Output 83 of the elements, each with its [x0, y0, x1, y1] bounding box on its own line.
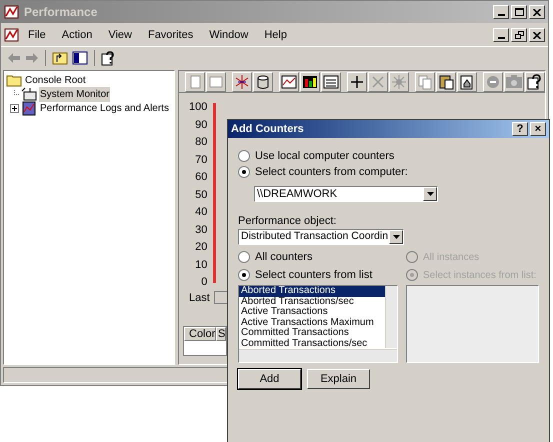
axis-label: 100 — [189, 101, 208, 115]
toolbar-button[interactable] — [436, 72, 456, 92]
dialog-button[interactable]: Add — [238, 369, 301, 389]
dropdown-arrow-icon — [426, 192, 434, 196]
expand-icon[interactable] — [10, 104, 19, 112]
field-label: Performance object: — [238, 214, 338, 227]
radio-option[interactable]: Use local computer counters — [238, 148, 539, 164]
toolbar-button[interactable] — [300, 72, 320, 92]
toolbar-button[interactable] — [278, 72, 299, 92]
minimize-icon — [498, 37, 504, 39]
menu-item[interactable]: File — [20, 26, 54, 44]
axis-label: 10 — [195, 258, 208, 272]
axis-label: 70 — [195, 154, 208, 168]
restore-button[interactable] — [511, 28, 527, 42]
radio-option[interactable]: Select counters from list — [238, 267, 398, 283]
list-item[interactable]: Committed Transactions/sec — [239, 338, 385, 349]
folder-up-icon[interactable] — [52, 50, 68, 64]
counter-list[interactable]: Aborted Transactions Aborted Transactions/sec Active Transactions Active Transactions Maximum Committed Transactions Committed Transactions/sec — [238, 285, 398, 363]
axis-label: 40 — [195, 206, 208, 220]
last-label: Last — [189, 290, 210, 306]
tree-item[interactable]: Performance Logs and Alerts — [39, 100, 170, 116]
close-button[interactable] — [529, 5, 545, 19]
menu-item[interactable]: View — [100, 26, 140, 44]
menu-item[interactable]: Help — [256, 26, 295, 44]
toolbar-button[interactable] — [457, 72, 478, 92]
maximize-button[interactable] — [511, 5, 527, 19]
radio-option[interactable]: Select counters from computer: — [238, 164, 539, 180]
axis-label: 60 — [195, 171, 208, 185]
dropdown[interactable]: Distributed Transaction Coordin — [238, 229, 404, 245]
dropdown[interactable]: \\DREAMWORK — [254, 186, 438, 202]
toolbar-button[interactable] — [525, 72, 545, 92]
toolbar-button[interactable] — [253, 72, 274, 92]
graph-icon — [280, 72, 298, 90]
help-button[interactable]: ? — [512, 122, 528, 136]
axis-label: 30 — [195, 224, 208, 238]
starburst-icon — [390, 72, 408, 90]
tree-item[interactable]: Console Root — [24, 72, 87, 88]
close-icon — [533, 8, 541, 16]
close-button[interactable] — [529, 28, 545, 42]
radio-option[interactable]: All counters — [238, 249, 398, 265]
restore-icon — [514, 31, 524, 39]
minimize-button[interactable] — [493, 28, 509, 42]
menu-item[interactable]: Action — [54, 26, 100, 44]
dropdown-arrow-icon — [392, 235, 400, 239]
paste-icon — [436, 72, 455, 90]
axis-label: 50 — [195, 188, 208, 202]
axis-label: 20 — [195, 241, 208, 255]
panel-toggle-icon[interactable] — [72, 50, 88, 64]
close-icon — [533, 32, 541, 38]
vertical-scrollbar[interactable] — [385, 286, 397, 348]
dialog-button[interactable]: Explain — [307, 369, 370, 389]
toolbar-button[interactable] — [321, 72, 342, 92]
list-item[interactable]: Active Transactions — [239, 307, 385, 318]
window-title: Performance — [24, 4, 98, 21]
list-item[interactable]: Aborted Transactions — [239, 286, 385, 296]
instance-list[interactable] — [406, 285, 539, 363]
column-header[interactable]: S — [216, 327, 226, 341]
help-icon[interactable] — [101, 50, 117, 66]
list-item[interactable]: Committed Transactions — [239, 328, 385, 338]
app-icon — [4, 27, 20, 43]
minimize-icon — [498, 14, 504, 16]
app-icon — [4, 4, 20, 20]
copy-icon — [416, 72, 434, 90]
menu-item[interactable]: Window — [201, 26, 256, 44]
column-header[interactable]: Color — [184, 327, 216, 341]
camera-icon — [504, 72, 523, 90]
monitor-icon — [21, 87, 37, 101]
report-icon — [322, 72, 340, 90]
minimize-button[interactable] — [493, 5, 509, 19]
close-button[interactable]: × — [530, 122, 546, 136]
horizontal-scrollbar[interactable] — [239, 349, 397, 362]
tree-item[interactable]: System Monitor — [39, 86, 110, 102]
log-chart-icon — [21, 100, 37, 116]
axis-label: 90 — [195, 118, 208, 132]
menu-item[interactable]: Favorites — [140, 26, 202, 44]
list-item[interactable]: Active Transactions Maximum — [239, 318, 385, 328]
list-item[interactable]: Aborted Transactions/sec — [239, 296, 385, 307]
toolbar-button[interactable] — [346, 72, 367, 92]
axis-label: 0 — [201, 276, 208, 290]
folder-icon — [6, 74, 22, 86]
dialog-title: Add Counters — [231, 122, 305, 137]
axis-label: 80 — [195, 136, 208, 150]
maximize-icon — [514, 8, 524, 16]
